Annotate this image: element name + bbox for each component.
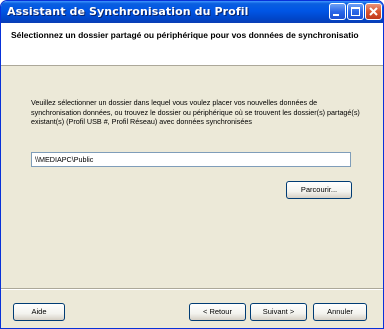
cancel-button[interactable]: Annuler <box>313 303 367 321</box>
footer-divider <box>1 288 383 290</box>
window-title: Assistant de Synchronisation du Profil <box>7 5 249 18</box>
instructions-text: Veuillez sélectionner un dossier dans le… <box>31 98 360 126</box>
maximize-icon <box>351 7 360 16</box>
title-bar[interactable]: Assistant de Synchronisation du Profil <box>1 1 383 23</box>
maximize-button[interactable] <box>347 3 364 20</box>
header-title: Sélectionnez un dossier partagé ou périp… <box>11 30 359 40</box>
close-icon <box>369 7 378 16</box>
minimize-button[interactable] <box>329 3 346 20</box>
wizard-window: Assistant de Synchronisation du Profil S… <box>0 0 384 329</box>
minimize-icon <box>333 14 339 16</box>
next-button[interactable]: Suivant > <box>250 303 307 321</box>
back-button[interactable]: < Retour <box>189 303 246 321</box>
browse-button[interactable]: Parcourir... <box>286 181 352 199</box>
wizard-header: Sélectionnez un dossier partagé ou périp… <box>1 23 383 66</box>
help-button[interactable]: Aide <box>13 303 65 321</box>
folder-path-input[interactable] <box>31 152 351 167</box>
close-button[interactable] <box>365 3 382 20</box>
